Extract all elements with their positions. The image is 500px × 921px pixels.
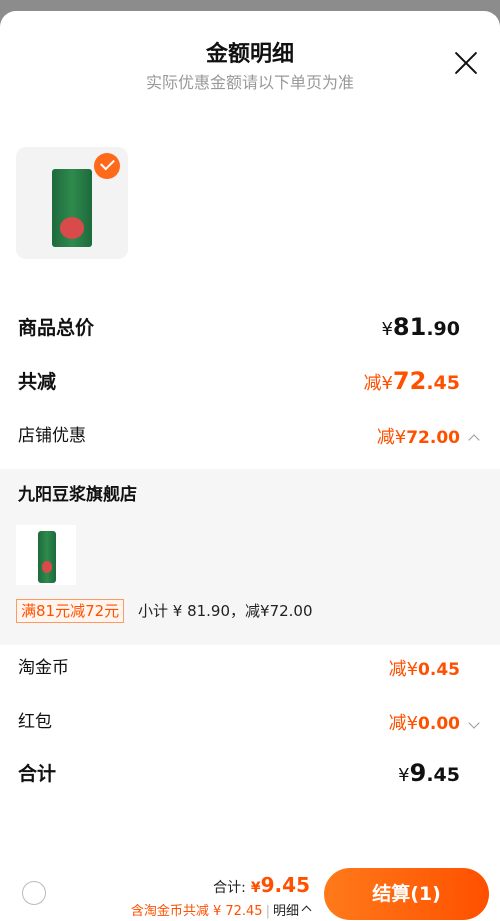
coins-row: 淘金币 减¥0.45 — [0, 651, 500, 691]
chevron-down-icon[interactable] — [468, 717, 480, 729]
checkout-bar: 合计: ¥9.45 含淘金币共减 ¥ 72.45 | 明细 结算(1) — [0, 857, 500, 921]
store-subtotal: 小计 ¥ 81.90，减¥72.00 — [138, 602, 313, 620]
red-packet-row[interactable]: 红包 减¥0.00 — [0, 705, 500, 745]
goods-total-label: 商品总价 — [18, 317, 95, 339]
store-product-thumbnail[interactable] — [16, 525, 76, 585]
red-packet-value: 减¥0.00 — [388, 713, 460, 734]
chevron-up-icon[interactable] — [301, 905, 312, 916]
bottom-total: 合计: ¥9.45 — [213, 873, 310, 897]
checkmark-icon[interactable] — [94, 153, 120, 179]
shop-discount-row[interactable]: 店铺优惠 减¥72.00 — [0, 419, 500, 459]
grand-total-row: 合计 ¥9.45 — [0, 757, 500, 797]
store-panel: 九阳豆浆旗舰店 满81元减72元 小计 ¥ 81.90，减¥72.00 — [0, 469, 500, 645]
select-all-radio[interactable] — [22, 881, 46, 905]
shop-discount-value: 减¥72.00 — [376, 427, 460, 448]
close-icon[interactable] — [452, 49, 480, 77]
coins-label: 淘金币 — [18, 658, 69, 678]
detail-toggle[interactable]: 明细 — [273, 904, 299, 919]
shop-discount-label: 店铺优惠 — [18, 426, 86, 446]
goods-total-value: ¥81.90 — [381, 313, 460, 341]
total-discount-label: 共减 — [18, 371, 57, 393]
red-packet-label: 红包 — [18, 712, 52, 732]
grand-total-value: ¥9.45 — [398, 759, 460, 787]
product-image — [52, 169, 92, 247]
grand-total-label: 合计 — [18, 763, 57, 785]
promo-tag: 满81元减72元 — [16, 599, 125, 623]
sheet-title: 金额明细 — [205, 42, 294, 67]
total-discount-value: 减¥72.45 — [363, 367, 460, 395]
total-discount-row: 共减 减¥72.45 — [0, 365, 500, 405]
product-image — [38, 531, 56, 583]
chevron-up-icon[interactable] — [468, 434, 480, 446]
amount-detail-sheet: 金额明细 实际优惠金额请以下单页为准 商品总价 ¥81.90 共减 减¥72.4… — [0, 11, 500, 921]
coins-value: 减¥0.45 — [388, 659, 460, 680]
checkout-button[interactable]: 结算(1) — [324, 868, 489, 920]
sheet-subtitle: 实际优惠金额请以下单页为准 — [145, 73, 354, 92]
bottom-discount-note[interactable]: 含淘金币共减 ¥ 72.45 | 明细 — [131, 900, 312, 919]
store-name[interactable]: 九阳豆浆旗舰店 — [18, 480, 137, 505]
goods-total-row: 商品总价 ¥81.90 — [0, 311, 500, 351]
